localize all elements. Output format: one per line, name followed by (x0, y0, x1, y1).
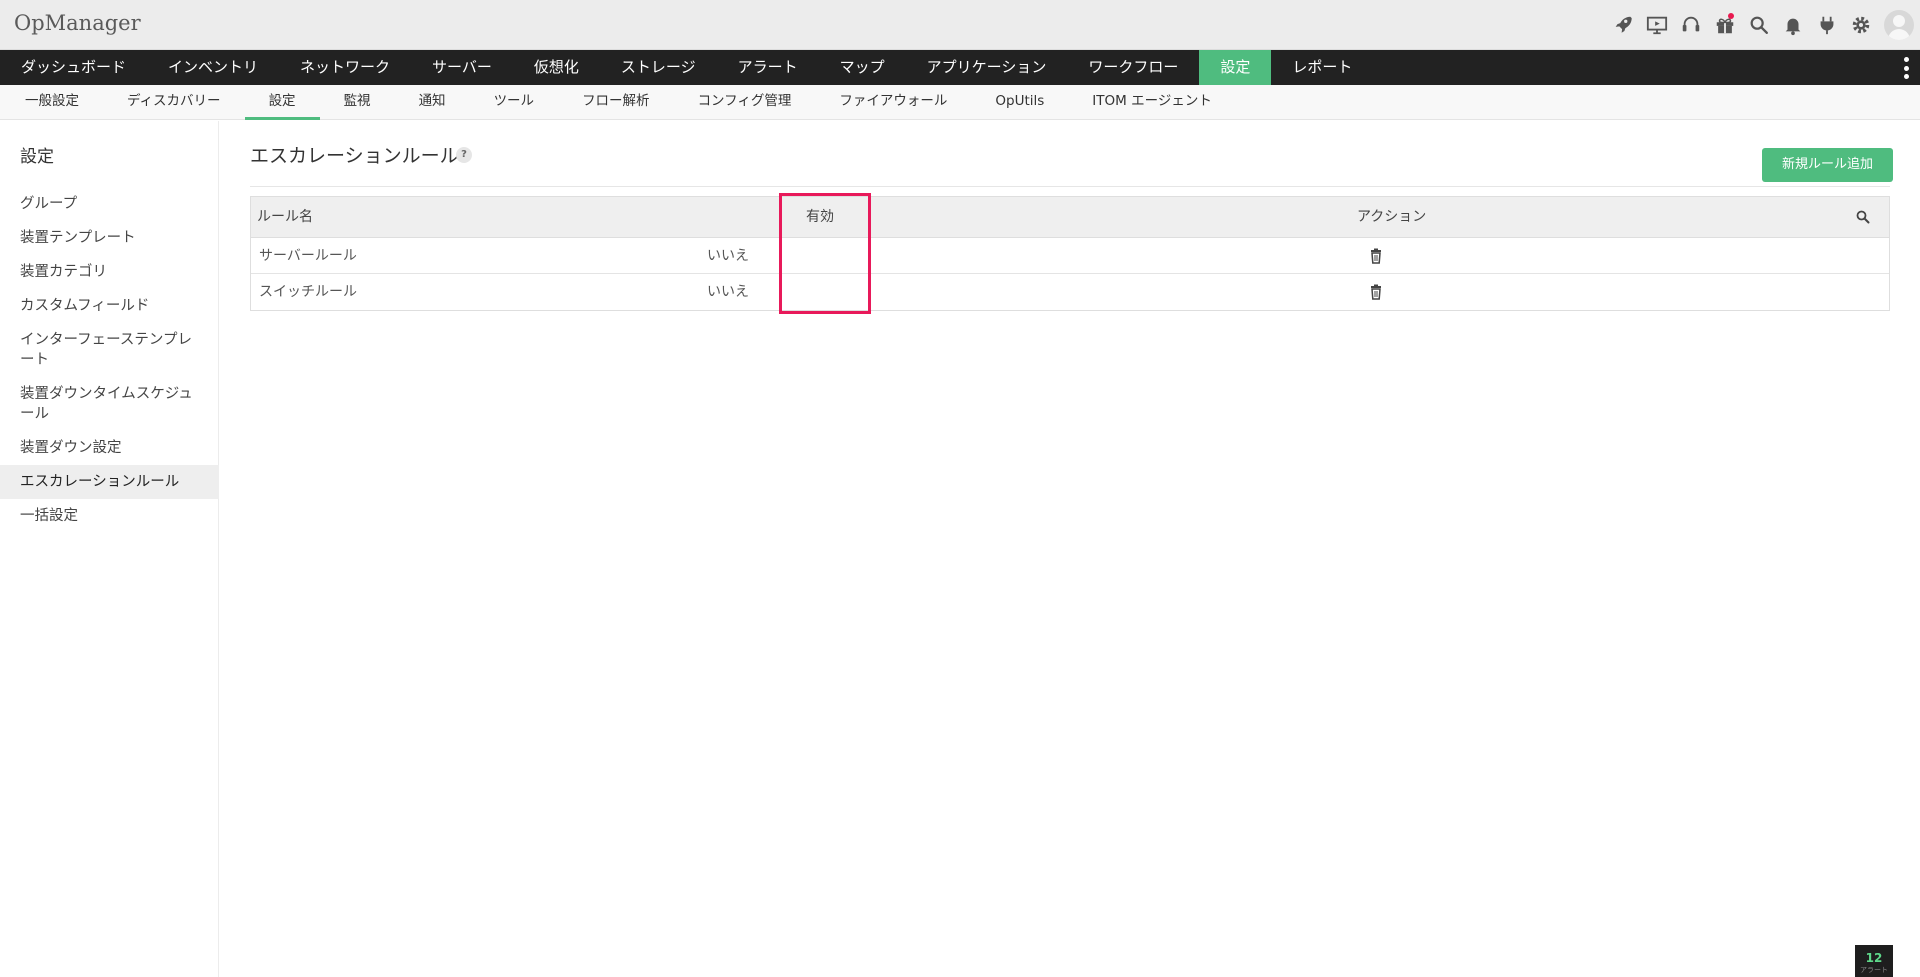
table-search-icon[interactable] (1855, 209, 1871, 225)
alarm-count-badge[interactable]: 12 アラート (1855, 945, 1893, 977)
top-header: OpManager (0, 0, 1920, 50)
notification-dot (1728, 13, 1734, 19)
subnav-itom-agent[interactable]: ITOM エージェント (1068, 85, 1236, 120)
header-toolbar (1606, 9, 1920, 41)
sub-nav: 一般設定 ディスカバリー 設定 監視 通知 ツール フロー解析 コンフィグ管理 … (0, 85, 1920, 120)
column-header-action: アクション (1357, 209, 1427, 225)
nav-network[interactable]: ネットワーク (279, 50, 411, 85)
sidebar-item-groups[interactable]: グループ (0, 187, 219, 221)
table-header: ルール名 有効 アクション (251, 197, 1889, 238)
nav-maps[interactable]: マップ (819, 50, 906, 85)
subnav-general-settings[interactable]: 一般設定 (1, 85, 103, 120)
subnav-discovery[interactable]: ディスカバリー (103, 85, 245, 120)
delete-icon[interactable] (1368, 284, 1384, 300)
nav-reports[interactable]: レポート (1271, 50, 1373, 85)
sidebar-item-device-templates[interactable]: 装置テンプレート (0, 221, 219, 255)
subnav-notifications[interactable]: 通知 (395, 85, 470, 120)
avatar[interactable] (1884, 10, 1914, 40)
alarm-count: 12 (1865, 951, 1883, 965)
nav-servers[interactable]: サーバー (411, 50, 513, 85)
sidebar-title: 設定 (20, 147, 54, 167)
escalation-rules-table: ルール名 有効 アクション サーバールール いいえ スイッチルール いいえ (250, 196, 1890, 311)
nav-inventory[interactable]: インベントリ (147, 50, 279, 85)
plug-icon[interactable] (1810, 9, 1844, 41)
nav-alerts[interactable]: アラート (717, 50, 819, 85)
app-logo-title[interactable]: OpManager (14, 11, 141, 35)
nav-storage[interactable]: ストレージ (600, 50, 717, 85)
sidebar-item-downtime-schedules[interactable]: 装置ダウンタイムスケジュール (0, 377, 219, 431)
enabled-cell: いいえ (707, 284, 749, 300)
sidebar-item-escalation-rules[interactable]: エスカレーションルール (0, 465, 219, 499)
settings-sidebar: 設定 グループ 装置テンプレート 装置カテゴリ カスタムフィールド インターフェ… (0, 121, 219, 977)
subnav-firewall[interactable]: ファイアウォール (815, 85, 971, 120)
sidebar-list: グループ 装置テンプレート 装置カテゴリ カスタムフィールド インターフェーステ… (0, 187, 219, 533)
sidebar-item-device-down-settings[interactable]: 装置ダウン設定 (0, 431, 219, 465)
gift-icon[interactable] (1708, 9, 1742, 41)
subnav-oputils[interactable]: OpUtils (971, 85, 1068, 120)
column-header-rule-name[interactable]: ルール名 (257, 197, 313, 238)
presentation-icon[interactable] (1640, 9, 1674, 41)
delete-icon[interactable] (1368, 248, 1384, 264)
subnav-monitoring[interactable]: 監視 (320, 85, 395, 120)
subnav-flow-analysis[interactable]: フロー解析 (558, 85, 674, 120)
nav-virtualization[interactable]: 仮想化 (513, 50, 600, 85)
page-title: エスカレーションルール (250, 145, 459, 167)
nav-dashboard[interactable]: ダッシュボード (0, 50, 147, 85)
subnav-config-management[interactable]: コンフィグ管理 (674, 85, 816, 120)
rocket-icon[interactable] (1606, 9, 1640, 41)
enabled-cell: いいえ (707, 248, 749, 264)
rule-name-cell[interactable]: サーバールール (259, 238, 357, 274)
bell-icon[interactable] (1776, 9, 1810, 41)
help-icon[interactable]: ? (456, 147, 472, 163)
column-header-enabled[interactable]: 有効 (806, 197, 834, 238)
search-icon[interactable] (1742, 9, 1776, 41)
nav-settings[interactable]: 設定 (1199, 50, 1272, 85)
nav-applications[interactable]: アプリケーション (906, 50, 1068, 85)
divider (250, 186, 1890, 187)
sidebar-item-custom-fields[interactable]: カスタムフィールド (0, 289, 219, 323)
more-menu-icon[interactable] (1904, 57, 1910, 79)
sidebar-item-interface-templates[interactable]: インターフェーステンプレート (0, 323, 219, 377)
headset-icon[interactable] (1674, 9, 1708, 41)
alarm-label: アラート (1860, 966, 1888, 974)
table-row[interactable]: サーバールール いいえ (251, 238, 1889, 274)
sidebar-item-bulk-settings[interactable]: 一括設定 (0, 499, 219, 533)
add-new-rule-button[interactable]: 新規ルール追加 (1761, 148, 1893, 182)
sidebar-item-device-categories[interactable]: 装置カテゴリ (0, 255, 219, 289)
nav-workflow[interactable]: ワークフロー (1067, 50, 1199, 85)
table-row[interactable]: スイッチルール いいえ (251, 274, 1889, 310)
subnav-configuration[interactable]: 設定 (244, 85, 320, 120)
main-nav: ダッシュボード インベントリ ネットワーク サーバー 仮想化 ストレージ アラー… (0, 50, 1920, 85)
subnav-tools[interactable]: ツール (470, 85, 559, 120)
gear-icon[interactable] (1844, 9, 1878, 41)
rule-name-cell[interactable]: スイッチルール (259, 274, 357, 310)
